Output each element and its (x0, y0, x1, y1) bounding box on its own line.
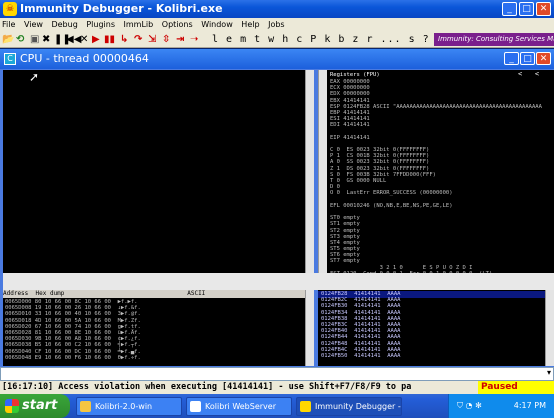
registers-list: EAX 00000000 ECX 00000000 EDX 00000000 EBX … (330, 79, 552, 283)
dump-row[interactable]: 0065D048 E9 10 66 00 F6 10 66 00 Θ▶f.÷f. (5, 355, 305, 361)
rewind-icon[interactable]: ⟲ (16, 33, 24, 46)
task-kolibri-webserver[interactable]: Kolibri WebServer (186, 397, 292, 416)
restart-icon[interactable]: ▣ (30, 33, 39, 46)
window-shortcut-letters[interactable]: l e m t w h c P k b z r ... s ? (212, 33, 430, 46)
stack-list: 0124FB28 41414141 AAAA 0124FB2C 41414141 … (321, 291, 541, 359)
folder-icon (80, 401, 91, 412)
hex-dump-header: Address Hex dump ASCII (3, 290, 305, 298)
window-title: Immunity Debugger - Kolibri.exe (0, 0, 554, 18)
run-icon[interactable]: ▶ (92, 33, 100, 46)
registers-pane[interactable]: Registers (FPU) < < EAX 00000000 ECX 0000… (318, 70, 554, 283)
menu-plugins[interactable]: Plugins (86, 20, 115, 29)
stack-row[interactable]: 0124FB50 41414141 AAAA (321, 353, 541, 359)
registers-scrollbar[interactable] (318, 70, 327, 273)
pause-run-icon[interactable]: ▮▮ (104, 33, 115, 46)
trace-over-icon[interactable]: ⇳ (162, 33, 170, 46)
task-label: Kolibri-2.0-win (95, 402, 153, 411)
step-over-icon[interactable]: ↷ (134, 33, 142, 46)
status-message: [16:17:10] Access violation when executi… (0, 381, 554, 394)
system-tray: ⛉ ◔ ✻ 4:17 PM (448, 394, 554, 418)
tray-icons[interactable]: ⛉ ◔ ✻ (457, 394, 482, 418)
disassembly-scrollbar[interactable] (305, 70, 314, 273)
menu-window[interactable]: Window (201, 20, 233, 29)
menu-help[interactable]: Help (241, 20, 259, 29)
close-button[interactable]: ✕ (536, 2, 551, 16)
cpu-minimize-button[interactable]: _ (504, 52, 519, 65)
hex-dump-list: 0065D000 80 10 66 00 8C 10 66 00 ▶f.▶f. 0… (5, 299, 305, 361)
command-bar[interactable]: ▾ (0, 367, 554, 381)
menu-immlib[interactable]: ImmLib (124, 20, 154, 29)
menu-options[interactable]: Options (162, 20, 193, 29)
cpu-window-title: CPU - thread 00000464 (0, 49, 554, 69)
execute-till-return-icon[interactable]: ⇥ (176, 33, 184, 46)
trace-into-icon[interactable]: ⇲ (148, 33, 156, 46)
app-icon: ☠ (3, 2, 17, 16)
menu-debug[interactable]: Debug (51, 20, 77, 29)
minimize-button[interactable]: _ (502, 2, 517, 16)
cpu-maximize-button[interactable]: □ (520, 52, 535, 65)
go-to-icon[interactable]: ➝ (190, 33, 198, 46)
maximize-button[interactable]: □ (519, 2, 534, 16)
menu-jobs[interactable]: Jobs (268, 20, 285, 29)
consulting-banner[interactable]: Immunity: Consulting Services Ma (434, 33, 554, 46)
disassembly-pane[interactable]: ➚ (3, 70, 314, 273)
command-dropdown-icon[interactable]: ▾ (547, 368, 551, 377)
close-process-icon[interactable]: ✖ (42, 33, 50, 46)
paused-badge: Paused (478, 381, 554, 394)
registers-header: Registers (FPU) (330, 72, 380, 78)
stack-scrollbar[interactable] (545, 290, 554, 366)
task-label: Immunity Debugger - ... (315, 402, 402, 411)
task-kolibri-folder[interactable]: Kolibri-2.0-win (76, 397, 182, 416)
clock[interactable]: 4:17 PM (514, 401, 546, 410)
open-icon[interactable]: 📂 (2, 33, 14, 46)
debugger-icon (300, 401, 311, 412)
windows-logo-icon (5, 399, 19, 413)
info-bar (3, 273, 554, 290)
menu-bar: File View Debug Plugins ImmLib Options W… (0, 18, 554, 31)
dump-scrollbar[interactable] (305, 290, 314, 366)
cpu-icon: C (4, 53, 16, 65)
step-into-icon[interactable]: ↳ (120, 33, 128, 46)
stop-icon[interactable]: ✕ (80, 33, 88, 46)
task-immunity-debugger[interactable]: Immunity Debugger - ... (296, 397, 402, 416)
registers-nav-arrows[interactable]: < < (518, 70, 539, 77)
menu-view[interactable]: View (24, 20, 43, 29)
cpu-close-button[interactable]: ✕ (536, 52, 551, 65)
task-label: Kolibri WebServer (205, 402, 276, 411)
webserver-icon (190, 401, 201, 412)
mouse-cursor-icon: ➚ (29, 70, 40, 84)
hex-dump-pane[interactable]: Address Hex dump ASCII 0065D000 80 10 66… (3, 290, 314, 366)
stack-pane[interactable]: 0124FB28 41414141 AAAA 0124FB2C 41414141 … (318, 290, 554, 366)
menu-file[interactable]: File (2, 20, 15, 29)
